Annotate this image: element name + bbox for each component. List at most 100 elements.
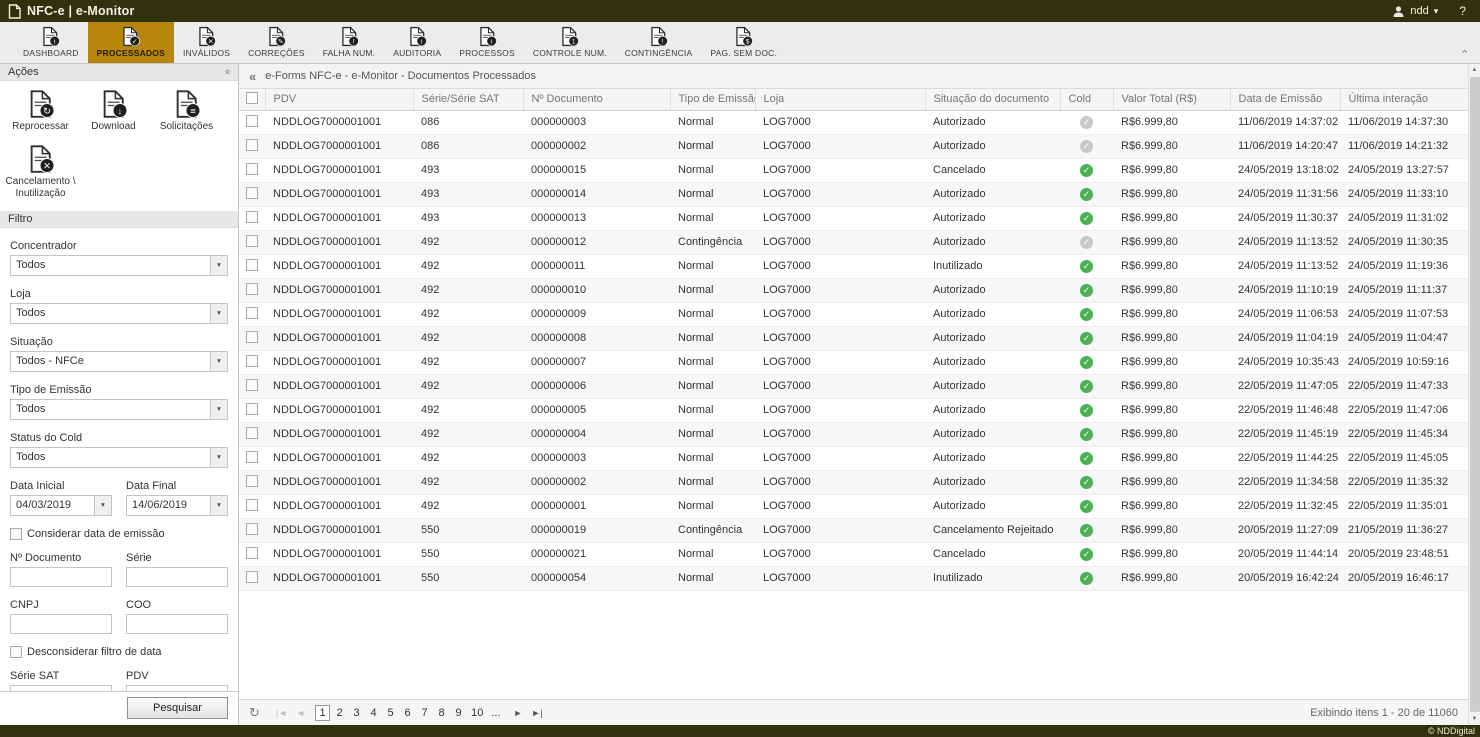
- column-header-cold[interactable]: Cold: [1060, 89, 1113, 110]
- table-row[interactable]: NDDLOG7000001001492000000007NormalLOG700…: [239, 350, 1468, 374]
- data-inicial-input[interactable]: 04/03/2019 ▼: [10, 495, 112, 516]
- column-header-serie[interactable]: Série/Série SAT: [413, 89, 523, 110]
- page-button-7[interactable]: 7: [417, 706, 432, 720]
- row-checkbox[interactable]: [246, 235, 258, 247]
- collapse-ribbon-icon[interactable]: ‹: [1459, 50, 1470, 54]
- tab-processos[interactable]: iPROCESSOS: [450, 22, 524, 63]
- download-button[interactable]: ↓Download: [77, 89, 150, 134]
- row-checkbox[interactable]: [246, 307, 258, 319]
- reprocessar-button[interactable]: ↻Reprocessar: [4, 89, 77, 134]
- page-button-9[interactable]: 9: [451, 706, 466, 720]
- row-checkbox[interactable]: [246, 163, 258, 175]
- user-menu[interactable]: ndd: [1410, 5, 1428, 17]
- row-checkbox[interactable]: [246, 331, 258, 343]
- table-row[interactable]: NDDLOG7000001001492000000005NormalLOG700…: [239, 398, 1468, 422]
- table-row[interactable]: NDDLOG7000001001492000000003NormalLOG700…: [239, 446, 1468, 470]
- table-row[interactable]: NDDLOG7000001001492000000002NormalLOG700…: [239, 470, 1468, 494]
- table-row[interactable]: NDDLOG7000001001492000000009NormalLOG700…: [239, 302, 1468, 326]
- tab-auditoria[interactable]: iAUDITORIA: [384, 22, 450, 63]
- collapse-sidebar-icon[interactable]: «: [249, 69, 256, 84]
- tab-processados[interactable]: ✓PROCESSADOS: [88, 22, 174, 63]
- coo-input[interactable]: [126, 614, 228, 634]
- row-checkbox[interactable]: [246, 499, 258, 511]
- page-button-5[interactable]: 5: [383, 706, 398, 720]
- row-checkbox[interactable]: [246, 259, 258, 271]
- vertical-scrollbar[interactable]: ▲ ▼: [1468, 64, 1480, 725]
- tab-invalidos[interactable]: ✕INVÁLIDOS: [174, 22, 239, 63]
- column-header-data-emissao[interactable]: Data de Emissão: [1230, 89, 1340, 110]
- tipo-emissao-select[interactable]: Todos ▼: [10, 399, 228, 420]
- table-row[interactable]: NDDLOG7000001001086000000003NormalLOG700…: [239, 110, 1468, 134]
- data-final-input[interactable]: 14/06/2019 ▼: [126, 495, 228, 516]
- tab-dashboard[interactable]: iDASHBOARD: [14, 22, 88, 63]
- pesquisar-button[interactable]: Pesquisar: [127, 697, 228, 719]
- row-checkbox[interactable]: [246, 283, 258, 295]
- last-page-button[interactable]: ►|: [528, 707, 545, 719]
- row-checkbox[interactable]: [246, 571, 258, 583]
- row-checkbox[interactable]: [246, 355, 258, 367]
- row-checkbox[interactable]: [246, 139, 258, 151]
- row-checkbox[interactable]: [246, 451, 258, 463]
- collapse-actions-icon[interactable]: «: [222, 69, 232, 75]
- table-row[interactable]: NDDLOG7000001001550000000021NormalLOG700…: [239, 542, 1468, 566]
- situacao-select[interactable]: Todos - NFCe ▼: [10, 351, 228, 372]
- table-row[interactable]: NDDLOG7000001001493000000014NormalLOG700…: [239, 182, 1468, 206]
- help-button[interactable]: ?: [1459, 4, 1466, 18]
- table-row[interactable]: NDDLOG7000001001492000000012Contingência…: [239, 230, 1468, 254]
- page-button-4[interactable]: 4: [366, 706, 381, 720]
- table-row[interactable]: NDDLOG7000001001492000000008NormalLOG700…: [239, 326, 1468, 350]
- table-row[interactable]: NDDLOG7000001001550000000054NormalLOG700…: [239, 566, 1468, 590]
- column-header-situacao[interactable]: Situação do documento: [925, 89, 1060, 110]
- scroll-up-icon[interactable]: ▲: [1469, 64, 1480, 76]
- column-header-valor-total[interactable]: Valor Total (R$): [1113, 89, 1230, 110]
- table-row[interactable]: NDDLOG7000001001492000000004NormalLOG700…: [239, 422, 1468, 446]
- column-header-documento[interactable]: Nº Documento: [523, 89, 670, 110]
- tab-falha-num[interactable]: !FALHA NUM.: [314, 22, 385, 63]
- considerar-data-checkbox[interactable]: [10, 528, 22, 540]
- column-header-pdv[interactable]: PDV: [265, 89, 413, 110]
- row-checkbox[interactable]: [246, 115, 258, 127]
- solicitacoes-button[interactable]: ≡Solicitações: [150, 89, 223, 134]
- status-cold-select[interactable]: Todos ▼: [10, 447, 228, 468]
- table-row[interactable]: NDDLOG7000001001492000000006NormalLOG700…: [239, 374, 1468, 398]
- column-header-tipo-emissao[interactable]: Tipo de Emissão: [670, 89, 755, 110]
- column-header-ultima-interacao[interactable]: Última interação: [1340, 89, 1468, 110]
- tab-contingencia[interactable]: !CONTINGÊNCIA: [616, 22, 702, 63]
- page-button-2[interactable]: 2: [332, 706, 347, 720]
- cnpj-input[interactable]: [10, 614, 112, 634]
- row-checkbox[interactable]: [246, 211, 258, 223]
- tab-correcoes[interactable]: ✎CORREÇÕES: [239, 22, 314, 63]
- page-button-6[interactable]: 6: [400, 706, 415, 720]
- table-row[interactable]: NDDLOG7000001001086000000002NormalLOG700…: [239, 134, 1468, 158]
- row-checkbox[interactable]: [246, 547, 258, 559]
- first-page-button[interactable]: |◄: [273, 707, 290, 719]
- row-checkbox[interactable]: [246, 523, 258, 535]
- refresh-icon[interactable]: ↻: [249, 705, 260, 721]
- serie-input[interactable]: [126, 567, 228, 587]
- table-row[interactable]: NDDLOG7000001001492000000001NormalLOG700…: [239, 494, 1468, 518]
- select-all-checkbox[interactable]: [246, 92, 258, 104]
- loja-select[interactable]: Todos ▼: [10, 303, 228, 324]
- page-ellipsis[interactable]: ...: [488, 706, 503, 720]
- page-button-10[interactable]: 10: [468, 706, 486, 720]
- numero-documento-input[interactable]: [10, 567, 112, 587]
- desconsiderar-filtro-checkbox[interactable]: [10, 646, 22, 658]
- tab-controle-num[interactable]: 1CONTROLE NUM.: [524, 22, 616, 63]
- previous-page-button[interactable]: ◄: [293, 707, 308, 719]
- tab-pag-sem-doc[interactable]: $PAG. SEM DOC.: [701, 22, 786, 63]
- table-row[interactable]: NDDLOG7000001001550000000019Contingência…: [239, 518, 1468, 542]
- table-row[interactable]: NDDLOG7000001001493000000013NormalLOG700…: [239, 206, 1468, 230]
- row-checkbox[interactable]: [246, 187, 258, 199]
- column-header-loja[interactable]: Loja: [755, 89, 925, 110]
- row-checkbox[interactable]: [246, 379, 258, 391]
- table-row[interactable]: NDDLOG7000001001493000000015NormalLOG700…: [239, 158, 1468, 182]
- table-row[interactable]: NDDLOG7000001001492000000010NormalLOG700…: [239, 278, 1468, 302]
- cancelamento-inutilizacao-button[interactable]: ✕Cancelamento \ Inutilização: [4, 144, 77, 201]
- scroll-down-icon[interactable]: ▼: [1469, 713, 1480, 725]
- row-checkbox[interactable]: [246, 427, 258, 439]
- page-button-3[interactable]: 3: [349, 706, 364, 720]
- concentrador-select[interactable]: Todos ▼: [10, 255, 228, 276]
- row-checkbox[interactable]: [246, 475, 258, 487]
- page-button-8[interactable]: 8: [434, 706, 449, 720]
- scrollbar-thumb[interactable]: [1470, 77, 1480, 712]
